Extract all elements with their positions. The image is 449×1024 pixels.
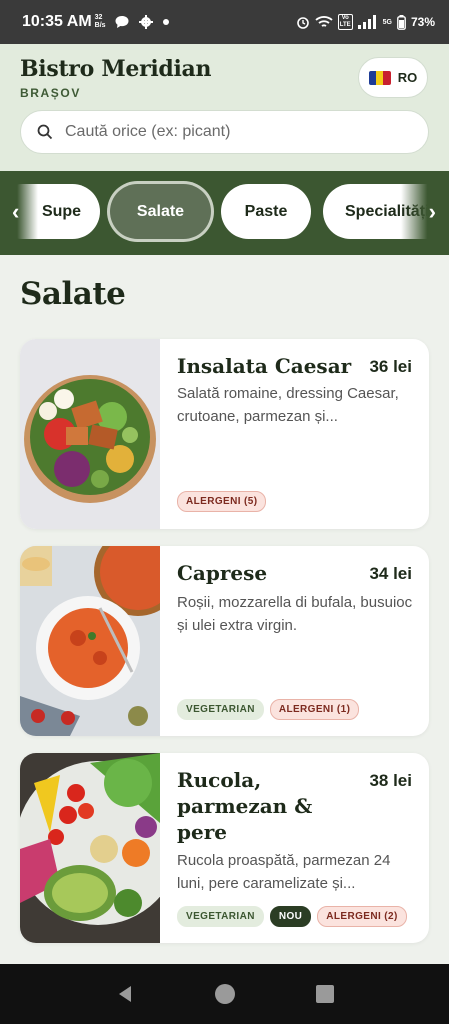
chevron-right-icon[interactable]: › — [429, 199, 436, 225]
language-button[interactable]: RO — [358, 57, 428, 98]
section-title: Salate — [20, 276, 126, 312]
home-icon[interactable] — [214, 983, 236, 1005]
dish-details: Rucola, parmezan & pere 38 lei Rucola pr… — [160, 753, 429, 943]
allergen-badge[interactable]: ALERGENI (1) — [269, 699, 360, 720]
dish-name: Rucola, parmezan & pere — [177, 768, 313, 844]
signal-icon — [357, 15, 376, 29]
vegetarian-badge: VEGETARIAN — [177, 906, 264, 927]
dish-details: Insalata Caesar 36 lei Salată romaine, d… — [160, 339, 429, 529]
network-type: 5G — [382, 18, 392, 26]
network-speed: 32 B/s — [94, 14, 106, 29]
restaurant-city: BRAȘOV — [20, 86, 81, 100]
dish-description: Salată romaine, dressing Caesar, crutoan… — [177, 385, 399, 425]
search-icon — [37, 124, 53, 140]
dish-name: Insalata Caesar — [177, 354, 352, 378]
wifi-icon — [315, 16, 333, 27]
chevron-left-icon[interactable]: ‹ — [12, 199, 19, 225]
chat-bubble-icon — [115, 16, 129, 28]
dish-tags: VEGETARIAN NOU ALERGENI (2) — [177, 906, 407, 927]
dish-price: 36 lei — [369, 357, 412, 376]
notification-dot-icon — [162, 19, 169, 25]
category-pill-paste[interactable]: Paste — [221, 184, 311, 239]
dish-image-rucola — [20, 753, 160, 943]
status-time: 10:35 AM — [22, 13, 92, 30]
dish-price: 38 lei — [369, 771, 412, 790]
back-icon[interactable] — [115, 984, 135, 1004]
dish-image-caesar — [20, 339, 160, 529]
dish-price: 34 lei — [369, 564, 412, 583]
settings-gear-icon — [138, 15, 153, 29]
dish-tags: VEGETARIAN ALERGENI (1) — [177, 699, 360, 720]
dish-image-caprese — [20, 546, 160, 736]
battery-icon — [397, 14, 406, 30]
recents-icon[interactable] — [315, 984, 335, 1004]
dish-details: Caprese 34 lei Roșii, mozzarella di bufa… — [160, 546, 429, 736]
dish-tags: ALERGENI (5) — [177, 491, 267, 512]
allergen-badge[interactable]: ALERGENI (5) — [177, 491, 267, 512]
restaurant-name: Bistro Meridian — [20, 56, 212, 82]
vegetarian-badge: VEGETARIAN — [177, 699, 264, 720]
dish-name: Caprese — [177, 561, 268, 585]
new-badge: NOU — [269, 906, 312, 927]
category-bar: Supe Salate Paste Specialități ‹ › — [0, 171, 449, 255]
language-label: RO — [397, 70, 418, 85]
battery-level: 73% — [410, 15, 435, 29]
romania-flag-icon — [368, 70, 391, 85]
dish-card[interactable]: Caprese 34 lei Roșii, mozzarella di bufa… — [20, 546, 429, 736]
dish-card[interactable]: Insalata Caesar 36 lei Salată romaine, d… — [20, 339, 429, 529]
alarm-icon — [296, 17, 309, 29]
volte-icon: Vo LTE — [337, 14, 353, 30]
category-pill-salate[interactable]: Salate — [110, 184, 211, 239]
allergen-badge[interactable]: ALERGENI (2) — [317, 906, 407, 927]
dish-card[interactable]: Rucola, parmezan & pere 38 lei Rucola pr… — [20, 753, 429, 943]
status-bar: 10:35 AM 32 B/s Vo LTE 5G 73% — [0, 0, 449, 44]
header: Bistro Meridian BRAȘOV RO — [0, 44, 449, 171]
system-nav-bar — [0, 964, 449, 1024]
search-bar[interactable] — [20, 110, 429, 154]
search-input[interactable] — [65, 123, 395, 141]
dish-description: Rucola proaspătă, parmezan 24 luni, pere… — [177, 852, 391, 892]
dish-description: Roșii, mozzarella di bufala, busuioc și … — [177, 594, 413, 634]
